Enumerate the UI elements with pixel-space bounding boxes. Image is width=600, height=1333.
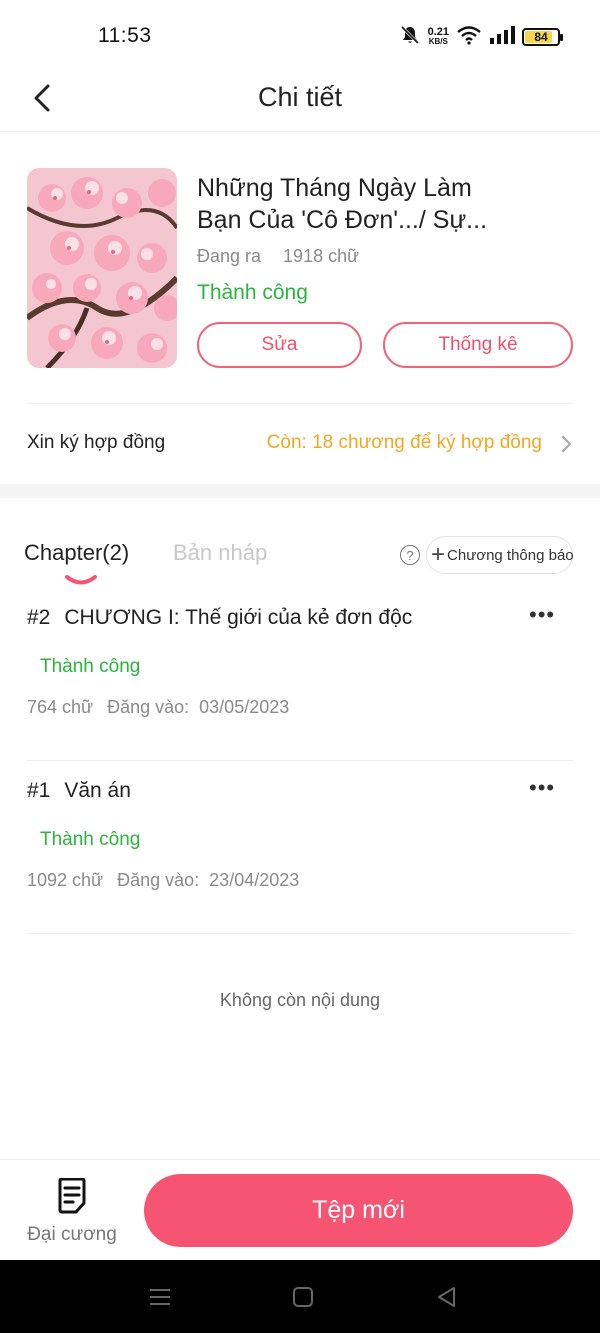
chapter-posted-label: Đăng vào: (107, 697, 190, 717)
help-icon[interactable]: ? (400, 545, 420, 565)
contract-remaining: Còn: 18 chương để ký hợp đồng (266, 432, 542, 453)
new-file-button[interactable]: Tệp mới (144, 1174, 573, 1247)
more-options-icon[interactable]: ••• (529, 604, 559, 626)
book-word-count: 1918 chữ (283, 246, 360, 266)
list-end-text: Không còn nội dung (219, 990, 381, 1010)
tab-chapter[interactable]: Chapter(2) (24, 540, 129, 566)
book-title-line1: Những Tháng Ngày Làm (197, 174, 472, 202)
bottom-action-bar: Đại cương Tệp mới (0, 1159, 600, 1260)
book-cover-image[interactable] (27, 168, 177, 368)
chapter-number: #2 (27, 606, 51, 629)
book-title-line2: Bạn Của 'Cô Đơn'.../ Sự... (197, 206, 488, 234)
contract-row[interactable]: Xin ký hợp đồng Còn: 18 chương để ký hợp… (0, 404, 600, 484)
chapter-item[interactable]: #2 CHƯƠNG I: Thế giới của kẻ đơn độc •••… (0, 588, 600, 761)
chapter-word-count: 1092 chữ (27, 870, 104, 890)
tab-active-indicator (65, 575, 97, 585)
home-icon[interactable] (290, 1284, 316, 1310)
book-title: Những Tháng Ngày Làm Bạn Của 'Cô Đơn'...… (197, 172, 527, 236)
app-header: Chi tiết (0, 72, 600, 132)
notice-chapter-label: Chương thông báo (447, 546, 574, 564)
more-options-icon[interactable]: ••• (529, 777, 559, 799)
chapter-status: Thành công (40, 656, 141, 677)
chapter-posted-label: Đăng vào: (117, 870, 200, 890)
tab-draft[interactable]: Bản nháp (173, 540, 267, 566)
book-status: Thành công (197, 281, 308, 304)
outline-label: Đại cương (27, 1224, 117, 1245)
page-title: Chi tiết (257, 82, 343, 112)
signal-icon (489, 25, 515, 50)
divider (27, 933, 573, 934)
outline-button[interactable]: Đại cương (22, 1176, 122, 1250)
battery-icon: 84 (522, 28, 563, 46)
chapter-meta: 764 chữ Đăng vào: 03/05/2023 (27, 697, 289, 718)
menu-icon[interactable] (147, 1284, 173, 1310)
chevron-right-icon (561, 435, 572, 453)
chapter-date: 23/04/2023 (209, 870, 300, 890)
add-notice-chapter-button[interactable]: + Chương thông báo (426, 536, 574, 574)
stats-button[interactable]: Thống kê (383, 322, 573, 368)
edit-button[interactable]: Sửa (197, 322, 362, 368)
chapter-number: #1 (27, 779, 51, 802)
wifi-icon (456, 25, 482, 50)
chapter-name: CHƯƠNG I: Thế giới của kẻ đơn độc (64, 606, 413, 629)
status-bar: 11:53 0.21 KB/S 84 (0, 0, 600, 72)
status-icons: 0.21 KB/S 84 (399, 24, 563, 51)
system-nav-bar (0, 1260, 600, 1333)
chapter-title: #1 Văn án (27, 779, 131, 803)
section-separator (0, 484, 600, 498)
document-icon (58, 1178, 86, 1214)
network-speed: 0.21 KB/S (427, 26, 449, 47)
chapter-meta: 1092 chữ Đăng vào: 23/04/2023 (27, 870, 299, 891)
chapter-title: #2 CHƯƠNG I: Thế giới của kẻ đơn độc (27, 606, 412, 630)
back-triangle-icon[interactable] (434, 1284, 460, 1310)
bell-muted-icon (399, 24, 421, 51)
book-meta: Đang ra 1918 chữ (197, 246, 359, 267)
chapter-name: Văn án (64, 779, 131, 802)
contract-label: Xin ký hợp đồng (27, 432, 166, 453)
chapter-item[interactable]: #1 Văn án ••• Thành công 1092 chữ Đăng v… (0, 761, 600, 934)
book-state: Đang ra (197, 246, 262, 266)
chapter-status: Thành công (40, 829, 141, 850)
chapter-date: 03/05/2023 (199, 697, 290, 717)
plus-icon: + (431, 541, 446, 568)
status-time: 11:53 (98, 24, 152, 47)
chapter-word-count: 764 chữ (27, 697, 94, 717)
